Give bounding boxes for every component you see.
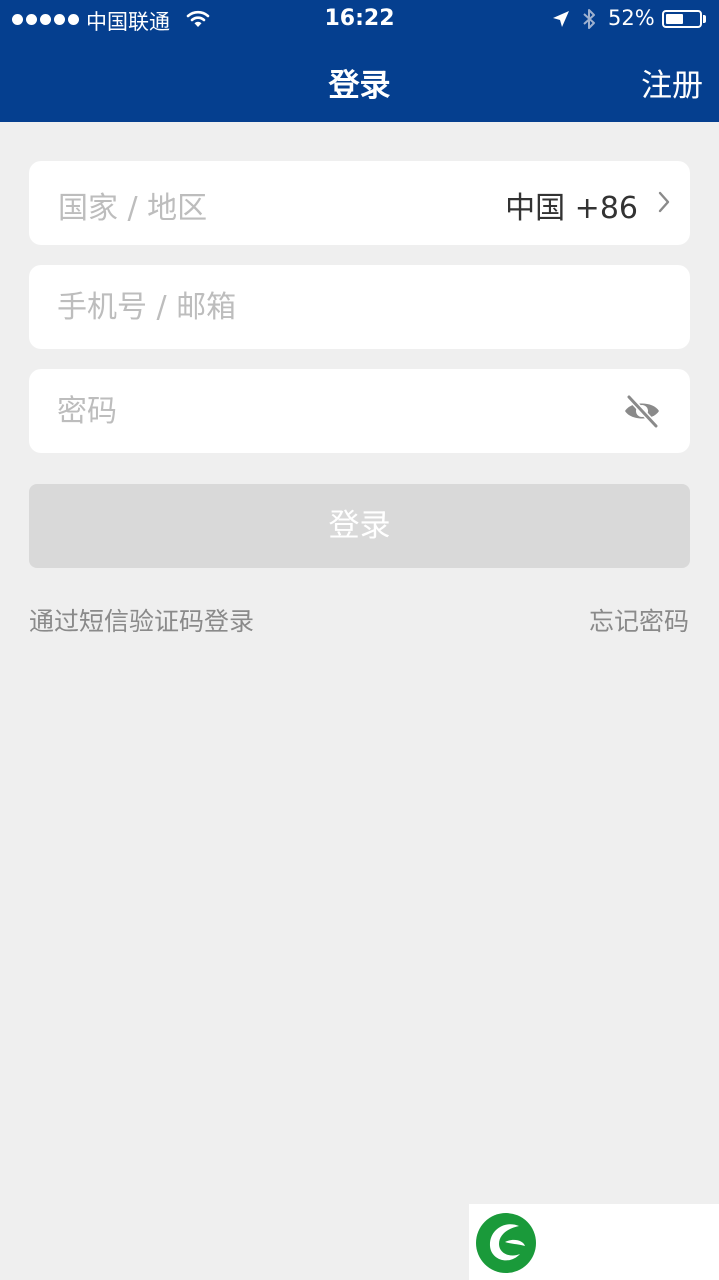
leaf-logo-icon — [476, 1213, 536, 1273]
account-input[interactable] — [57, 283, 617, 331]
page-title: 登录 — [328, 68, 391, 104]
region-label: 国家 / 地区 — [58, 191, 208, 226]
forgot-password-link[interactable]: 忘记密码 — [589, 602, 689, 638]
password-field — [29, 369, 690, 453]
battery-icon — [662, 10, 702, 28]
status-bar: 中国联通 16:22 52% — [0, 0, 719, 40]
sms-login-link[interactable]: 通过短信验证码登录 — [29, 602, 254, 638]
eye-off-icon[interactable] — [623, 393, 661, 433]
bluetooth-icon — [582, 7, 596, 36]
location-arrow-icon — [551, 9, 571, 34]
login-button[interactable]: 登录 — [29, 484, 690, 568]
battery-level-fill — [666, 14, 683, 24]
account-field — [29, 265, 690, 349]
watermark — [469, 1204, 719, 1280]
battery-percent: 52% — [608, 6, 655, 30]
header: 中国联通 16:22 52% 登录 注册 — [0, 0, 719, 122]
chevron-right-icon — [658, 191, 670, 217]
register-button[interactable]: 注册 — [641, 60, 703, 105]
battery-tip — [703, 15, 706, 23]
region-value: 中国 +86 — [505, 191, 638, 226]
password-input[interactable] — [57, 387, 617, 435]
region-selector[interactable]: 国家 / 地区 中国 +86 — [29, 161, 690, 245]
